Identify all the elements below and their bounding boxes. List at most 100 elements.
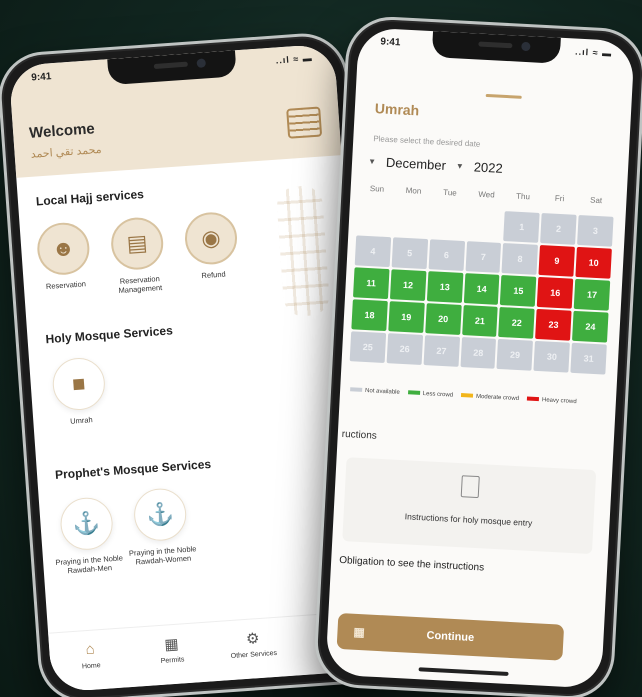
calendar-day[interactable]: 19	[388, 301, 425, 333]
weekday-label: Wed	[478, 189, 495, 200]
tab-label: Permits	[160, 656, 185, 665]
status-time: 9:41	[30, 71, 52, 84]
rawdah-men-button[interactable]: ⚓ Praying in the Noble Rawdah-Men	[49, 495, 126, 577]
chevron-down-icon: ▼	[367, 156, 377, 167]
calendar-blank	[467, 209, 503, 241]
chevron-down-icon: ▼	[455, 161, 465, 171]
continue-button[interactable]: ▦ Continue	[336, 612, 565, 661]
calendar-day: 4	[354, 235, 392, 268]
tab-other-services[interactable]: ⚙ Other Services	[217, 627, 289, 661]
legend-swatch	[526, 396, 540, 402]
reservation-management-button[interactable]: ▤ Reservation Management	[99, 215, 176, 297]
prophets-mosque-title: Prophet's Mosque Services	[54, 456, 212, 482]
legend-swatch	[460, 393, 474, 399]
continue-label: Continue	[426, 629, 475, 645]
calendar-day: 26	[386, 333, 423, 365]
weekday-label: Tue	[443, 187, 458, 198]
instructions-card-label: Instructions for holy mosque entry	[404, 511, 533, 528]
calendar-day: 27	[423, 335, 460, 367]
month-selector: ▼ December ▼ 2022	[368, 154, 503, 176]
tab-permits[interactable]: ▦ Permits	[136, 633, 208, 667]
local-hajj-title: Local Hajj services	[35, 187, 145, 209]
calendar-day[interactable]: 13	[426, 271, 463, 303]
calendar-day: 7	[465, 241, 502, 273]
kaaba-icon	[286, 106, 323, 139]
service-label: Refund	[201, 269, 226, 281]
refund-button[interactable]: ◉ Refund	[173, 210, 250, 282]
tab-home[interactable]: ⌂ Home	[55, 638, 127, 672]
legend-item: Not available	[350, 387, 400, 396]
month-dropdown[interactable]: December	[386, 155, 447, 173]
calendar-day[interactable]: 16	[537, 276, 574, 309]
signal-icon: ..ıl ≈ ▬	[275, 52, 314, 66]
document-icon	[460, 475, 480, 499]
obligation-text: Obligation to see the instructions	[338, 554, 485, 574]
calendar-day: 29	[496, 338, 534, 371]
calendar-blank	[356, 203, 392, 235]
calendar-day[interactable]: 21	[461, 305, 499, 337]
page-title: Umrah	[374, 100, 420, 119]
praying-man-icon: ⚓	[58, 496, 115, 552]
legend-item: Heavy crowd	[526, 396, 577, 406]
service-label: Umrah	[69, 415, 93, 426]
person-icon: ☻	[35, 221, 92, 277]
sheet-handle[interactable]	[485, 93, 522, 99]
calendar-day: 31	[570, 342, 607, 375]
calendar-day: 8	[501, 243, 539, 275]
calendar-grid: 1 2 3 4 5 6 7 8 9 10 11 12 13 14 15 16 17 18 19 20 21 22 23 24 2…	[349, 203, 614, 375]
calendar-day: 5	[391, 237, 428, 270]
service-label: Reservation Management	[118, 274, 163, 296]
tab-label: Other Services	[230, 649, 278, 661]
holy-mosque-title: Holy Mosque Services	[45, 323, 174, 347]
home-icon: ⌂	[85, 640, 96, 659]
decorative-pattern	[275, 184, 331, 318]
calendar-day[interactable]: 12	[389, 269, 427, 302]
legend-label: Less crowd	[422, 391, 454, 399]
notch	[431, 31, 561, 64]
weekday-label: Sun	[369, 184, 385, 194]
crowd-legend: Not available Less crowd Moderate crowd Hea…	[350, 387, 606, 406]
services-icon: ⚙	[245, 630, 261, 648]
instructions-card[interactable]: Instructions for holy mosque entry	[342, 457, 597, 555]
weekday-label: Thu	[515, 191, 531, 202]
legend-label: Moderate crowd	[475, 393, 520, 403]
service-label: Praying in the Noble Rawdah-Men	[55, 553, 124, 576]
service-label: Praying in the Noble Rawdah-Women	[128, 544, 197, 567]
calendar-day[interactable]: 11	[353, 267, 390, 300]
legend-label: Heavy crowd	[541, 397, 577, 406]
calendar-day[interactable]: 23	[535, 308, 572, 341]
calendar-blank	[430, 207, 466, 239]
umrah-button[interactable]: ■ Umrah	[41, 356, 118, 428]
year-dropdown[interactable]: 2022	[473, 159, 503, 175]
calendar-icon: ▦	[163, 635, 180, 654]
weekday-label: Fri	[554, 193, 565, 204]
calendar-day[interactable]: 14	[463, 273, 500, 305]
tab-label: Home	[81, 662, 101, 671]
rawdah-women-button[interactable]: ⚓ Praying in the Noble Rawdah-Women	[122, 486, 199, 568]
money-icon: ◉	[183, 210, 239, 267]
calendar-day[interactable]: 24	[572, 310, 609, 343]
weekday-label: Sat	[589, 195, 603, 206]
kaaba-icon: ■	[51, 356, 107, 412]
calendar-day: 30	[533, 340, 571, 373]
date-hint: Please select the desired date	[373, 134, 481, 149]
calendar-icon: ▦	[353, 624, 366, 640]
calendar-day: 1	[503, 211, 540, 243]
calendar-day[interactable]: 15	[500, 275, 537, 307]
calendar-day[interactable]: 17	[573, 278, 611, 311]
reservation-button[interactable]: ☻ Reservation	[26, 220, 103, 292]
calendar-day[interactable]: 18	[351, 299, 388, 332]
calendar-day[interactable]: 20	[424, 303, 462, 335]
calendar-blank	[393, 205, 429, 237]
home-indicator	[418, 667, 509, 676]
legend-item: Less crowd	[407, 390, 454, 399]
calendar-day[interactable]: 9	[538, 244, 576, 277]
calendar-day[interactable]: 22	[498, 306, 535, 339]
calendar-day: 28	[460, 337, 497, 369]
calendar-day: 3	[577, 214, 614, 247]
calendar-day: 25	[349, 331, 387, 364]
signal-icon: ..ıl ≈ ▬	[574, 46, 613, 59]
weekday-label: Mon	[405, 185, 422, 196]
calendar-day[interactable]: 10	[575, 246, 612, 279]
status-time: 9:41	[380, 36, 401, 49]
